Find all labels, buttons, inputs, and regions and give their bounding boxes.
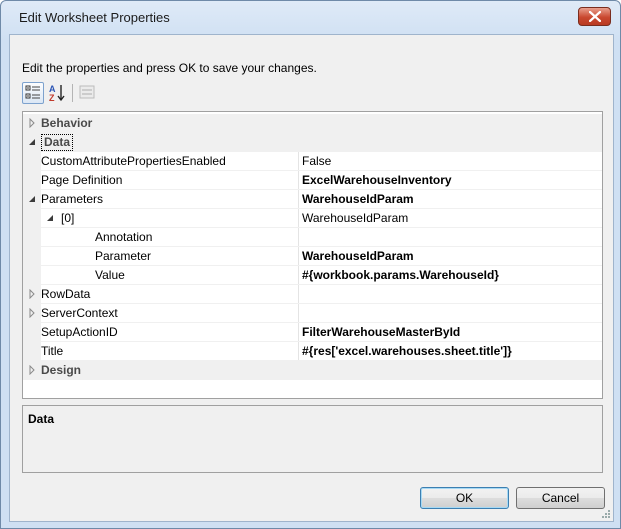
- property-pages-button[interactable]: [77, 82, 99, 104]
- cancel-button[interactable]: Cancel: [516, 487, 605, 509]
- category-row[interactable]: Behavior: [23, 114, 602, 133]
- close-icon: [589, 11, 601, 22]
- column-divider: [298, 323, 299, 342]
- svg-text:Z: Z: [49, 93, 55, 103]
- description-panel: Data: [22, 405, 603, 473]
- instructions-text: Edit the properties and press OK to save…: [22, 61, 317, 75]
- property-pages-icon: [79, 85, 95, 99]
- property-value[interactable]: FilterWarehouseMasterById: [302, 323, 460, 342]
- property-row[interactable]: Annotation: [23, 228, 602, 247]
- dialog-body: Edit the properties and press OK to save…: [9, 34, 614, 522]
- column-divider: [298, 228, 299, 247]
- row-margin: [23, 266, 41, 285]
- resize-grip-icon[interactable]: [601, 509, 611, 519]
- column-divider: [298, 209, 299, 228]
- property-row[interactable]: Page Definition ExcelWarehouseInventory: [23, 171, 602, 190]
- column-divider: [298, 247, 299, 266]
- sort-alphabetical-icon: A Z: [49, 84, 65, 103]
- category-row[interactable]: Data: [23, 133, 602, 152]
- row-margin: [23, 171, 41, 190]
- column-divider: [298, 152, 299, 171]
- property-value[interactable]: #{workbook.params.WarehouseId}: [302, 266, 499, 285]
- dialog-window: Edit Worksheet Properties Edit the prope…: [0, 0, 621, 529]
- close-button[interactable]: [578, 7, 611, 26]
- expanded-arrow-icon[interactable]: [27, 194, 37, 204]
- property-value[interactable]: ExcelWarehouseInventory: [302, 171, 452, 190]
- property-row[interactable]: ServerContext: [23, 304, 602, 323]
- collapsed-arrow-icon[interactable]: [27, 308, 37, 318]
- property-name: Parameter: [95, 249, 152, 263]
- row-margin: [23, 152, 41, 171]
- row-margin: [23, 228, 41, 247]
- property-name: SetupActionID: [41, 325, 118, 339]
- title-bar[interactable]: Edit Worksheet Properties: [1, 1, 620, 34]
- category-label: Design: [41, 363, 82, 377]
- expanded-arrow-icon[interactable]: [45, 213, 55, 223]
- column-divider: [298, 266, 299, 285]
- toolbar-separator: [72, 84, 73, 102]
- property-row[interactable]: Parameter WarehouseIdParam: [23, 247, 602, 266]
- row-margin: [23, 323, 41, 342]
- property-row[interactable]: Parameters WarehouseIdParam: [23, 190, 602, 209]
- category-row[interactable]: Design: [23, 361, 602, 380]
- property-value[interactable]: WarehouseIdParam: [302, 209, 408, 228]
- property-row[interactable]: [0] WarehouseIdParam: [23, 209, 602, 228]
- property-name: Value: [95, 268, 125, 282]
- property-name: RowData: [41, 287, 91, 301]
- property-name: Page Definition: [41, 173, 123, 187]
- property-name: Title: [41, 344, 64, 358]
- collapsed-arrow-icon[interactable]: [27, 365, 37, 375]
- property-row[interactable]: CustomAttributePropertiesEnabled False: [23, 152, 602, 171]
- column-divider: [298, 190, 299, 209]
- property-row[interactable]: Title #{res['excel.warehouses.sheet.title…: [23, 342, 602, 361]
- property-row[interactable]: SetupActionID FilterWarehouseMasterById: [23, 323, 602, 342]
- alphabetical-button[interactable]: A Z: [47, 82, 69, 104]
- row-margin: [23, 247, 41, 266]
- property-value[interactable]: WarehouseIdParam: [302, 247, 414, 266]
- ok-button[interactable]: OK: [420, 487, 509, 509]
- category-label-focused: Data: [41, 134, 74, 151]
- column-divider: [298, 304, 299, 323]
- category-label: Behavior: [41, 116, 93, 130]
- collapsed-arrow-icon[interactable]: [27, 289, 37, 299]
- column-divider: [298, 285, 299, 304]
- property-name: CustomAttributePropertiesEnabled: [41, 154, 226, 168]
- collapsed-arrow-icon[interactable]: [27, 118, 37, 128]
- property-row[interactable]: Value #{workbook.params.WarehouseId}: [23, 266, 602, 285]
- property-value[interactable]: #{res['excel.warehouses.sheet.title']}: [302, 342, 512, 361]
- category-label: Data: [41, 133, 74, 152]
- property-name: Annotation: [95, 230, 153, 244]
- column-divider: [298, 171, 299, 190]
- property-row[interactable]: RowData: [23, 285, 602, 304]
- property-value[interactable]: False: [302, 152, 331, 171]
- property-grid[interactable]: Behavior Data CustomAttributePropertiesEna…: [22, 111, 603, 399]
- property-name: Parameters: [41, 192, 104, 206]
- row-margin: [23, 209, 41, 228]
- categorized-icon: [25, 85, 40, 99]
- categorized-button[interactable]: [22, 82, 44, 104]
- window-title: Edit Worksheet Properties: [19, 10, 170, 25]
- property-name: [0]: [61, 211, 75, 225]
- expanded-arrow-icon[interactable]: [27, 137, 37, 147]
- description-title: Data: [28, 412, 55, 426]
- row-margin: [23, 342, 41, 361]
- property-value[interactable]: WarehouseIdParam: [302, 190, 414, 209]
- column-divider: [298, 342, 299, 361]
- property-name: ServerContext: [41, 306, 118, 320]
